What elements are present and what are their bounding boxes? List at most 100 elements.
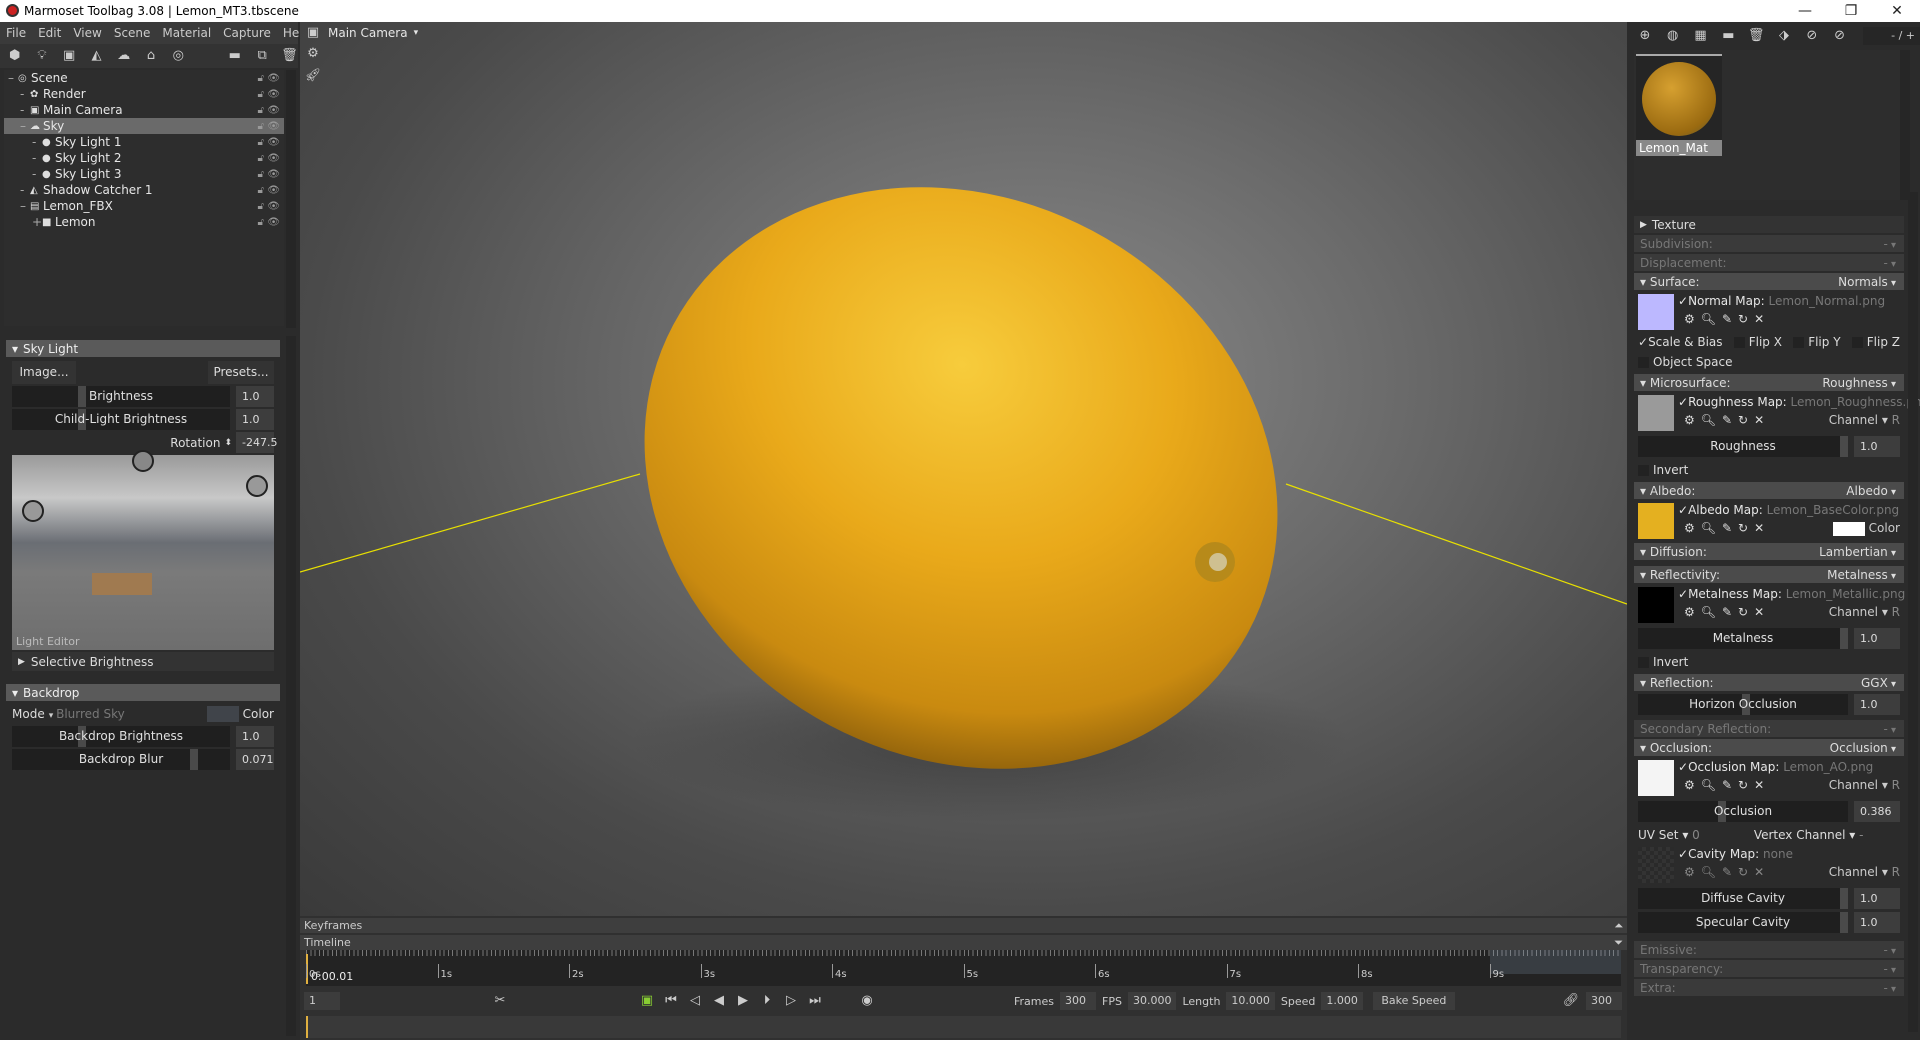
tree-item[interactable]: + ■ Lemon 🔓︎ 👁︎ bbox=[4, 214, 284, 230]
emissive-dropdown[interactable]: - bbox=[1883, 943, 1896, 957]
tree-item[interactable]: – ◎ Scene 🔓︎ 👁︎ bbox=[4, 70, 284, 86]
metalness-invert-checkbox[interactable]: Invert bbox=[1638, 652, 1908, 672]
link-icon[interactable]: 🔗︎ bbox=[1562, 993, 1580, 1009]
object-space-checkbox[interactable]: Object Space bbox=[1638, 352, 1908, 372]
prev-frame-icon[interactable]: ◀ bbox=[710, 993, 728, 1009]
horizon-occlusion-slider[interactable]: Horizon Occlusion bbox=[1638, 694, 1848, 715]
map-tools[interactable]: ⚙🔍︎✎↻✕ bbox=[1684, 605, 1770, 619]
roughness-input[interactable]: 1.0 bbox=[1854, 436, 1900, 457]
library-scrollbar[interactable] bbox=[1900, 50, 1910, 200]
visibility-eye-icon[interactable]: 👁︎ bbox=[267, 169, 280, 180]
timeline-track[interactable] bbox=[306, 1016, 1621, 1038]
expand-up-icon[interactable]: ⏶ bbox=[1614, 918, 1623, 933]
roughness-map-label[interactable]: Roughness Map: bbox=[1688, 395, 1787, 409]
tree-expander[interactable]: - bbox=[20, 103, 30, 117]
lock-icon[interactable]: 🔓︎ bbox=[258, 89, 264, 100]
tree-item[interactable]: - ◭ Shadow Catcher 1 🔓︎ 👁︎ bbox=[4, 182, 284, 198]
timeline-ruler[interactable]: 0:00.01 0s 1s 2s 3s 4s 5s 6s 7s 8s 9s bbox=[306, 950, 1621, 986]
menu-view[interactable]: View bbox=[73, 26, 101, 40]
subdivision-row[interactable]: Subdivision: - bbox=[1634, 235, 1904, 252]
reflection-dropdown[interactable]: GGX bbox=[1861, 676, 1896, 690]
occlusion-map-thumbnail[interactable] bbox=[1638, 760, 1674, 796]
scale-bias-checkbox[interactable]: ✓Scale & Bias bbox=[1638, 335, 1723, 349]
map-tools[interactable]: ⚙🔍︎✎↻✕ bbox=[1684, 312, 1770, 326]
lock-icon[interactable]: 🔓︎ bbox=[258, 185, 264, 196]
diffuse-cavity-slider[interactable]: Diffuse Cavity bbox=[1638, 888, 1848, 909]
uv-set-dropdown[interactable]: UV Set ▾ 0 bbox=[1638, 828, 1700, 842]
menu-file[interactable]: File bbox=[6, 26, 26, 40]
diffuse-cavity-input[interactable]: 1.0 bbox=[1854, 888, 1900, 909]
lock-icon[interactable]: 🔓︎ bbox=[258, 105, 264, 116]
cavity-map-thumbnail[interactable] bbox=[1638, 847, 1674, 883]
expand-down-icon[interactable]: ⏷ bbox=[1614, 935, 1623, 950]
menu-scene[interactable]: Scene bbox=[114, 26, 151, 40]
map-tools[interactable]: ⚙🔍︎✎↻✕ bbox=[1684, 865, 1770, 879]
import-material-icon[interactable]: ⊘ bbox=[1803, 28, 1821, 44]
timeline-bar[interactable]: Timeline ⏷ bbox=[300, 935, 1627, 950]
material-thumbnail-lemon[interactable]: Lemon_Mat bbox=[1636, 54, 1722, 156]
add-sky-icon[interactable]: ☁ bbox=[115, 48, 132, 64]
map-tools[interactable]: ⚙🔍︎✎↻✕ bbox=[1684, 521, 1770, 535]
light-editor-panorama[interactable]: Light Editor bbox=[12, 455, 274, 650]
frame-input[interactable]: 1 bbox=[304, 992, 340, 1010]
material-scrollbar[interactable] bbox=[1908, 192, 1918, 1032]
selective-brightness-toggle[interactable]: ▶ Selective Brightness bbox=[12, 652, 274, 671]
visibility-eye-icon[interactable]: 👁︎ bbox=[267, 185, 280, 196]
child-light-brightness-input[interactable]: 1.0 bbox=[236, 409, 274, 430]
brightness-input[interactable]: 1.0 bbox=[236, 386, 274, 407]
flip-y-checkbox[interactable]: Flip Y bbox=[1793, 335, 1841, 349]
restore-button[interactable]: ❐ bbox=[1828, 0, 1874, 22]
prev-key-icon[interactable]: ◁ bbox=[686, 993, 704, 1009]
tree-item[interactable]: - ● Sky Light 2 🔓︎ 👁︎ bbox=[4, 150, 284, 166]
roughness-channel-dropdown[interactable]: Channel ▾ R bbox=[1829, 413, 1900, 427]
map-tools[interactable]: ⚙🔍︎✎↻✕ bbox=[1684, 413, 1770, 427]
lock-icon[interactable]: 🔓︎ bbox=[258, 73, 264, 84]
backdrop-blur-slider[interactable]: Backdrop Blur bbox=[12, 749, 230, 770]
add-mesh-icon[interactable]: ⬢ bbox=[6, 48, 23, 64]
vertex-channel-dropdown[interactable]: Vertex Channel ▾ - bbox=[1754, 828, 1864, 842]
backdrop-header[interactable]: ▾ Backdrop bbox=[6, 684, 280, 701]
surface-dropdown[interactable]: Normals bbox=[1838, 275, 1896, 289]
transparency-row[interactable]: Transparency: - bbox=[1634, 960, 1904, 977]
folder-icon[interactable]: ▬ bbox=[226, 48, 243, 64]
occlusion-map-label[interactable]: Occlusion Map: bbox=[1688, 760, 1779, 774]
tree-expander[interactable]: - bbox=[20, 87, 30, 101]
first-frame-icon[interactable]: ⏮ bbox=[662, 993, 680, 1009]
presets-button[interactable]: Presets... bbox=[208, 361, 274, 384]
visibility-eye-icon[interactable]: 👁︎ bbox=[267, 153, 280, 164]
mode-dropdown[interactable]: ▾ Blurred Sky bbox=[49, 707, 125, 721]
lock-icon[interactable]: 🔓︎ bbox=[258, 121, 264, 132]
menu-material[interactable]: Material bbox=[162, 26, 211, 40]
extra-dropdown[interactable]: - bbox=[1883, 981, 1896, 995]
tree-expander[interactable]: - bbox=[32, 135, 42, 149]
add-light-icon[interactable]: 💡︎ bbox=[33, 48, 50, 64]
settings-gear-icon[interactable]: ⚙ bbox=[304, 46, 322, 62]
loop-icon[interactable]: ▣ bbox=[638, 993, 656, 1009]
image-button[interactable]: Image... bbox=[12, 361, 76, 384]
tree-scrollbar[interactable] bbox=[286, 70, 296, 328]
length-input[interactable]: 10.000 bbox=[1226, 992, 1275, 1010]
sky-light-handle-2[interactable] bbox=[246, 475, 268, 497]
next-frame-icon[interactable]: ⏵ bbox=[758, 993, 776, 1009]
secondary-reflection-dropdown[interactable]: - bbox=[1883, 722, 1896, 736]
tree-expander[interactable]: – bbox=[8, 71, 18, 85]
tree-expander[interactable]: - bbox=[32, 151, 42, 165]
keyframes-bar[interactable]: Keyframes ⏶ bbox=[300, 918, 1627, 933]
add-camera-icon[interactable]: ▣ bbox=[61, 48, 78, 64]
albedo-header[interactable]: ▾ Albedo: Albedo bbox=[1634, 482, 1904, 499]
reflection-header[interactable]: ▾ Reflection: GGX bbox=[1634, 674, 1904, 691]
fps-input[interactable]: 30.000 bbox=[1127, 992, 1177, 1010]
visibility-eye-icon[interactable]: 👁︎ bbox=[267, 201, 280, 212]
horizon-occlusion-input[interactable]: 1.0 bbox=[1854, 694, 1900, 715]
surface-header[interactable]: ▾ Surface: Normals bbox=[1634, 273, 1904, 290]
lock-icon[interactable]: 🔓︎ bbox=[258, 201, 264, 212]
secondary-reflection-row[interactable]: Secondary Reflection: - bbox=[1634, 720, 1904, 737]
cavity-map-label[interactable]: Cavity Map: bbox=[1688, 847, 1759, 861]
cavity-channel-dropdown[interactable]: Channel ▾ R bbox=[1829, 865, 1900, 879]
displacement-row[interactable]: Displacement: - bbox=[1634, 254, 1904, 271]
add-object-icon[interactable]: ⌂ bbox=[142, 48, 159, 64]
flip-x-checkbox[interactable]: Flip X bbox=[1733, 335, 1782, 349]
albedo-color[interactable]: Color bbox=[1832, 521, 1900, 536]
lock-icon[interactable]: 🔓︎ bbox=[258, 169, 264, 180]
assign-material-icon[interactable]: ⬗ bbox=[1775, 28, 1793, 44]
